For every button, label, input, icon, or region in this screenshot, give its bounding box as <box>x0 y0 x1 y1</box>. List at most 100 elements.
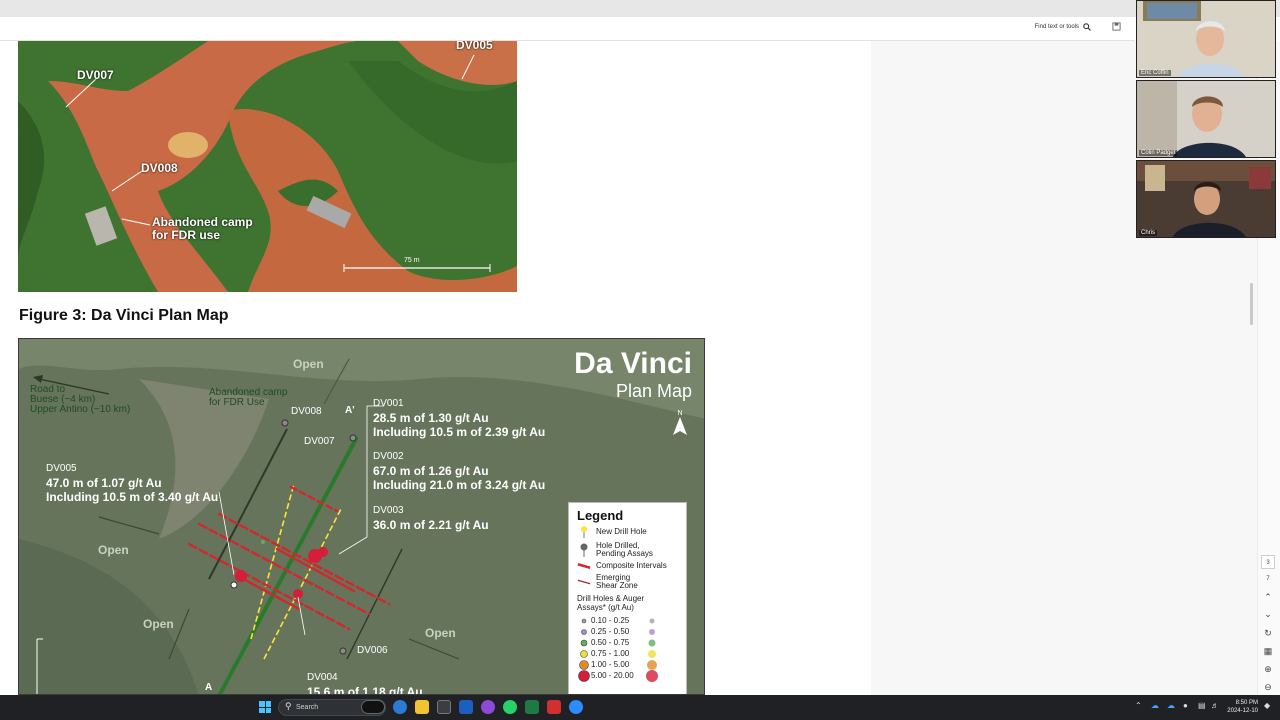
legend-assay-range: 0.75 - 1.00 <box>591 649 630 658</box>
legend-assay-heading: Drill Holes & Auger Assays* (g/t Au) <box>577 594 678 612</box>
map-camp-label: Abandoned camp for FDR Use <box>209 388 287 408</box>
start-button[interactable] <box>259 701 271 713</box>
page-number-box[interactable]: 3 <box>1261 555 1275 569</box>
notification-icon[interactable]: ◆ <box>1264 701 1270 710</box>
teams-app-icon[interactable] <box>481 700 495 714</box>
legend-composite-label: Composite Intervals <box>596 561 667 570</box>
legend-pending: Hole Drilled, Pending Assays <box>577 542 678 558</box>
find-tools-button[interactable]: Find text or tools <box>1035 23 1091 31</box>
save-icon[interactable] <box>1110 22 1122 34</box>
zoom-in-icon[interactable]: ⊕ <box>1261 662 1275 676</box>
map-hole-dv008: DV008 <box>291 406 322 417</box>
word-app-icon[interactable] <box>459 700 473 714</box>
shear-zone-icon <box>577 579 591 585</box>
search-icon: ⚲ <box>285 701 292 711</box>
map-open-label-west: Open <box>98 543 129 557</box>
result-dv002-line1: 67.0 m of 1.26 g/t Au <box>373 464 489 478</box>
figure-title: Figure 3: Da Vinci Plan Map <box>19 307 229 324</box>
legend-assay-range: 1.00 - 5.00 <box>591 660 630 669</box>
rotate-icon[interactable]: ↻ <box>1261 626 1275 640</box>
participant-name-eric: Eric Coffin <box>1139 70 1171 76</box>
document-icon[interactable]: ▦ <box>1261 644 1275 658</box>
pending-hole-marker-icon <box>580 543 588 557</box>
result-dv001-line2: Including 10.5 m of 2.39 g/t Au <box>373 425 546 439</box>
map-hole-dv007: DV007 <box>304 436 335 447</box>
page-up-icon[interactable]: ⌃ <box>1261 590 1275 604</box>
legend-assay-range: 0.25 - 0.50 <box>591 627 630 636</box>
camp-label-line2: for FDR Use <box>209 397 265 408</box>
legend-assay-row: 0.75 - 1.00 <box>577 648 678 659</box>
map-open-label-north: Open <box>293 357 324 371</box>
aerial-camp-label: Abandoned camp for FDR use <box>152 216 253 242</box>
result-dv004-line1: 15.6 m of 1.18 g/t Au <box>307 685 423 695</box>
video-tile-colin[interactable]: Colin Padget <box>1136 80 1276 158</box>
onedrive-icon[interactable]: ☁ <box>1151 701 1159 710</box>
road-label-line3: Upper Antino (~10 km) <box>30 404 131 415</box>
taskbar-clock[interactable]: 8:50 PM 2024-12-10 <box>1227 699 1258 715</box>
participant-name-chris: Chris <box>1139 230 1158 236</box>
result-dv003-name: DV003 <box>373 505 404 516</box>
windows-taskbar: Search ⚲ ⌃ ☁ ☁ ● ▤ ♬ 8:50 PM 2024-12-10 … <box>0 695 1280 720</box>
aerial-scale-label: 75 m <box>404 257 420 264</box>
result-dv005-line2: Including 10.5 m of 3.40 g/t Au <box>46 490 219 504</box>
page-total: 7 <box>1266 576 1270 582</box>
result-dv001-name: DV001 <box>373 398 404 409</box>
zoom-app-icon[interactable] <box>569 700 583 714</box>
map-legend: Legend New Drill Hole Hole Drilled, Pendi… <box>568 502 687 694</box>
tray-chevron-icon[interactable]: ⌃ <box>1135 701 1142 710</box>
result-dv001: DV001 28.5 m of 1.30 g/t Au Including 10… <box>373 397 545 439</box>
result-dv003: DV003 36.0 m of 2.21 g/t Au <box>373 504 489 532</box>
legend-assay-row: 0.10 - 0.25 <box>577 615 678 626</box>
legend-composite: Composite Intervals <box>577 562 678 570</box>
north-arrow: N <box>673 410 687 437</box>
legend-assay-range: 5.00 - 20.00 <box>591 671 634 680</box>
legend-title: Legend <box>577 508 624 523</box>
assay-auger-dot-icon <box>645 669 659 682</box>
acrobat-app-icon[interactable] <box>547 700 561 714</box>
search-icon <box>1083 23 1091 31</box>
plan-map: Da Vinci Plan Map N Open Open Open Open … <box>18 338 705 695</box>
north-label: N <box>677 410 683 417</box>
network-icon[interactable]: ▤ <box>1198 701 1206 710</box>
page-down-icon[interactable]: ⌄ <box>1261 607 1275 621</box>
whatsapp-app-icon[interactable] <box>503 700 517 714</box>
map-road-label: Road to Buese (~4 km) Upper Antino (~10 … <box>30 385 130 415</box>
store-app-icon[interactable] <box>437 700 451 714</box>
legend-shear: Emerging Shear Zone <box>577 574 678 590</box>
map-title: Da Vinci <box>574 347 692 380</box>
legend-assay-row: 5.00 - 20.00 <box>577 669 678 682</box>
map-open-label-southeast: Open <box>425 626 456 640</box>
video-tile-chris[interactable]: Chris <box>1136 160 1276 238</box>
legend-new-hole: New Drill Hole <box>577 526 678 538</box>
window-top-strip <box>0 0 1280 17</box>
aerial-label-dv007: DV007 <box>77 68 114 82</box>
result-dv005-name: DV005 <box>46 463 77 474</box>
legend-pending-line2: Pending Assays <box>596 549 653 558</box>
result-dv002-name: DV002 <box>373 451 404 462</box>
participant-video-icon <box>1137 81 1275 157</box>
volume-icon[interactable]: ♬ <box>1211 701 1219 710</box>
copilot-toggle[interactable] <box>361 700 385 714</box>
legend-new-hole-label: New Drill Hole <box>596 527 647 536</box>
microphone-icon[interactable]: ● <box>1183 701 1188 710</box>
legend-assay-row: 1.00 - 5.00 <box>577 659 678 670</box>
excel-app-icon[interactable] <box>525 700 539 714</box>
legend-assay-row: 0.25 - 0.50 <box>577 626 678 637</box>
legend-assay-range: 0.50 - 0.75 <box>591 638 630 647</box>
result-dv005-line1: 47.0 m of 1.07 g/t Au <box>46 476 162 490</box>
north-arrow-icon <box>673 417 687 435</box>
map-section-a-prime: A' <box>345 405 355 416</box>
zoom-out-icon[interactable]: ⊖ <box>1261 680 1275 694</box>
result-dv003-line1: 36.0 m of 2.21 g/t Au <box>373 518 489 532</box>
onedrive-business-icon[interactable]: ☁ <box>1167 701 1175 710</box>
legend-assay-line2: Assays* (g/t Au) <box>577 603 634 612</box>
scrollbar-thumb[interactable] <box>1250 283 1253 325</box>
pdf-document-page: DV005 DV007 DV008 Abandoned camp for FDR… <box>0 41 871 695</box>
video-tile-eric[interactable]: Eric Coffin <box>1136 0 1276 78</box>
clock-date: 2024-12-10 <box>1227 708 1258 714</box>
edge-app-icon[interactable] <box>393 700 407 714</box>
result-dv004-name: DV004 <box>307 672 338 683</box>
new-hole-marker-icon <box>581 526 587 538</box>
file-explorer-icon[interactable] <box>415 700 429 714</box>
pdf-toolbar: Find text or tools <box>0 17 1135 41</box>
